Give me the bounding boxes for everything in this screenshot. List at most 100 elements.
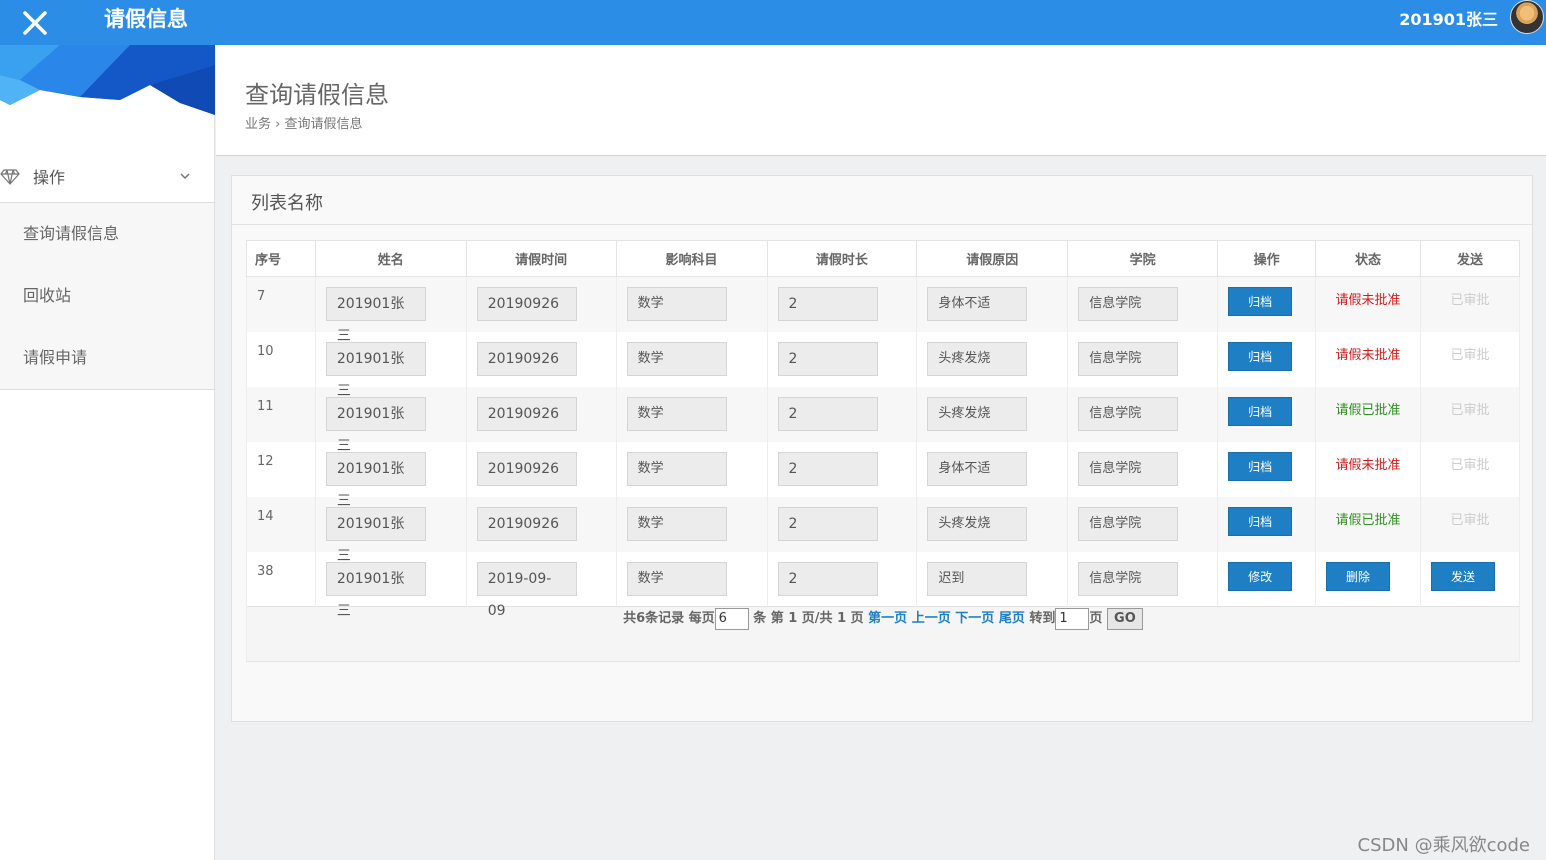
sidebar: 操作 查询请假信息 回收站 请假申请	[0, 45, 215, 860]
sidebar-submenu: 查询请假信息 回收站 请假申请	[0, 203, 214, 390]
date-field[interactable]: 20190926	[476, 396, 577, 431]
status-text: 请假已批准	[1335, 402, 1401, 418]
pagination-row: 共6条记录 每页 6 条 第 1 页/共 1 页 第一页 上一页 下一页 尾页 转…	[246, 606, 1520, 662]
reason-field[interactable]: 头疼发烧	[927, 506, 1028, 541]
col-header-subject: 影响科目	[615, 240, 768, 277]
first-page-link[interactable]: 第一页	[868, 611, 907, 626]
reason-field[interactable]: 身体不适	[927, 287, 1028, 321]
goto-page-input[interactable]: 1	[1055, 607, 1090, 630]
duration-field[interactable]: 2	[777, 561, 878, 596]
name-field[interactable]: 201901张三	[325, 506, 426, 564]
cell-id: 12	[246, 441, 316, 497]
table-row: 7 201901张三 20190926 数学 2 身体不适 信息学院 归档 请假…	[246, 276, 1521, 344]
col-header-status: 状态	[1315, 240, 1421, 277]
edit-button[interactable]: 修改	[1228, 561, 1293, 591]
subject-field[interactable]: 数学	[626, 451, 727, 486]
total-records-text: 共6条记录 每页	[623, 611, 715, 626]
sidebar-item-query-leave[interactable]: 查询请假信息	[0, 203, 214, 265]
next-page-link[interactable]: 下一页	[955, 611, 994, 626]
name-field[interactable]: 201901张三	[325, 451, 426, 509]
send-button[interactable]: 发送	[1430, 561, 1495, 591]
table-header-row: 序号 姓名 请假时间 影响科目 请假时长 请假原因 学院 操作 状态 发送	[246, 240, 1521, 277]
archive-button[interactable]: 归档	[1228, 451, 1293, 481]
subject-field[interactable]: 数学	[626, 396, 727, 431]
reason-field[interactable]: 头疼发烧	[927, 396, 1028, 431]
college-field[interactable]: 信息学院	[1078, 451, 1179, 486]
archive-button[interactable]: 归档	[1228, 506, 1293, 536]
col-header-name: 姓名	[314, 240, 467, 277]
top-bar: 请假信息 201901张三	[0, 0, 1546, 45]
panel-title: 列表名称	[251, 193, 323, 214]
table-row: 38 201901张三 2019-09-09 数学 2 迟到 信息学院 修改 删…	[246, 551, 1521, 619]
chevron-down-icon	[180, 173, 190, 180]
col-header-send: 发送	[1419, 240, 1521, 277]
archive-button[interactable]: 归档	[1228, 396, 1293, 426]
subject-field[interactable]: 数学	[626, 506, 727, 541]
subject-field[interactable]: 数学	[626, 287, 727, 321]
college-field[interactable]: 信息学院	[1078, 561, 1179, 596]
date-field[interactable]: 20190926	[476, 451, 577, 486]
go-button[interactable]: GO	[1106, 607, 1143, 630]
subject-field[interactable]: 数学	[626, 341, 727, 376]
prev-page-link[interactable]: 上一页	[912, 611, 951, 626]
date-field[interactable]: 20190926	[476, 287, 577, 321]
status-text: 请假未批准	[1335, 347, 1401, 363]
table-row: 11 201901张三 20190926 数学 2 头疼发烧 信息学院 归档 请…	[246, 386, 1521, 454]
delete-button[interactable]: 删除	[1326, 561, 1391, 591]
cell-id: 11	[246, 386, 316, 442]
close-icon[interactable]	[0, 0, 70, 45]
college-field[interactable]: 信息学院	[1078, 506, 1179, 541]
status-text: 请假未批准	[1335, 457, 1401, 473]
reason-field[interactable]: 迟到	[927, 561, 1028, 596]
status-text: 请假已批准	[1335, 512, 1401, 528]
cell-id: 14	[246, 496, 316, 552]
date-field[interactable]: 2019-09-09	[476, 561, 577, 619]
archive-button[interactable]: 归档	[1228, 287, 1293, 316]
sidebar-menu-operations[interactable]: 操作	[0, 149, 214, 203]
duration-field[interactable]: 2	[777, 287, 878, 321]
watermark: CSDN @乘风欲code	[1357, 835, 1530, 856]
college-field[interactable]: 信息学院	[1078, 396, 1179, 431]
panel-divider	[232, 224, 1532, 225]
approved-text: 已审批	[1450, 457, 1490, 473]
name-field[interactable]: 201901张三	[325, 396, 426, 454]
approved-text: 已审批	[1450, 347, 1490, 363]
list-panel: 列表名称 序号 姓名 请假时间 影响科目 请假时长 请假原因 学院 操作 状态 …	[231, 175, 1533, 722]
last-page-link[interactable]: 尾页	[999, 611, 1025, 626]
user-name[interactable]: 201901张三	[1399, 6, 1498, 30]
col-header-action: 操作	[1217, 240, 1317, 277]
sidebar-menu-label: 操作	[33, 167, 66, 187]
reason-field[interactable]: 头疼发烧	[927, 341, 1028, 376]
col-header-college: 学院	[1067, 240, 1219, 277]
page-title: 查询请假信息	[245, 81, 389, 109]
sidebar-item-leave-apply[interactable]: 请假申请	[0, 327, 214, 389]
duration-field[interactable]: 2	[777, 506, 878, 541]
approved-text: 已审批	[1450, 293, 1490, 308]
subject-field[interactable]: 数学	[626, 561, 727, 596]
avatar[interactable]	[1510, 0, 1544, 34]
status-text: 请假未批准	[1335, 293, 1401, 308]
reason-field[interactable]: 身体不适	[927, 451, 1028, 486]
duration-field[interactable]: 2	[777, 341, 878, 376]
leave-table: 序号 姓名 请假时间 影响科目 请假时长 请假原因 学院 操作 状态 发送 7 …	[246, 240, 1521, 662]
per-page-input[interactable]: 6	[714, 607, 749, 630]
cell-id: 10	[246, 331, 316, 387]
page-info-text: 条 第 1 页/共 1 页	[753, 611, 864, 626]
college-field[interactable]: 信息学院	[1078, 341, 1179, 376]
page-suffix: 页	[1089, 611, 1103, 626]
sidebar-item-recycle-bin[interactable]: 回收站	[0, 265, 214, 327]
archive-button[interactable]: 归档	[1228, 341, 1293, 371]
name-field[interactable]: 201901张三	[325, 341, 426, 399]
goto-label: 转到	[1029, 611, 1056, 626]
duration-field[interactable]: 2	[777, 396, 878, 431]
name-field[interactable]: 201901张三	[325, 287, 426, 344]
page-header: 查询请假信息 业务 › 查询请假信息	[216, 45, 1546, 156]
col-header-id: 序号	[246, 240, 316, 277]
approved-text: 已审批	[1450, 402, 1490, 418]
date-field[interactable]: 20190926	[476, 341, 577, 376]
college-field[interactable]: 信息学院	[1078, 287, 1179, 321]
date-field[interactable]: 20190926	[476, 506, 577, 541]
duration-field[interactable]: 2	[777, 451, 878, 486]
diamond-icon	[0, 168, 20, 185]
name-field[interactable]: 201901张三	[325, 561, 426, 619]
